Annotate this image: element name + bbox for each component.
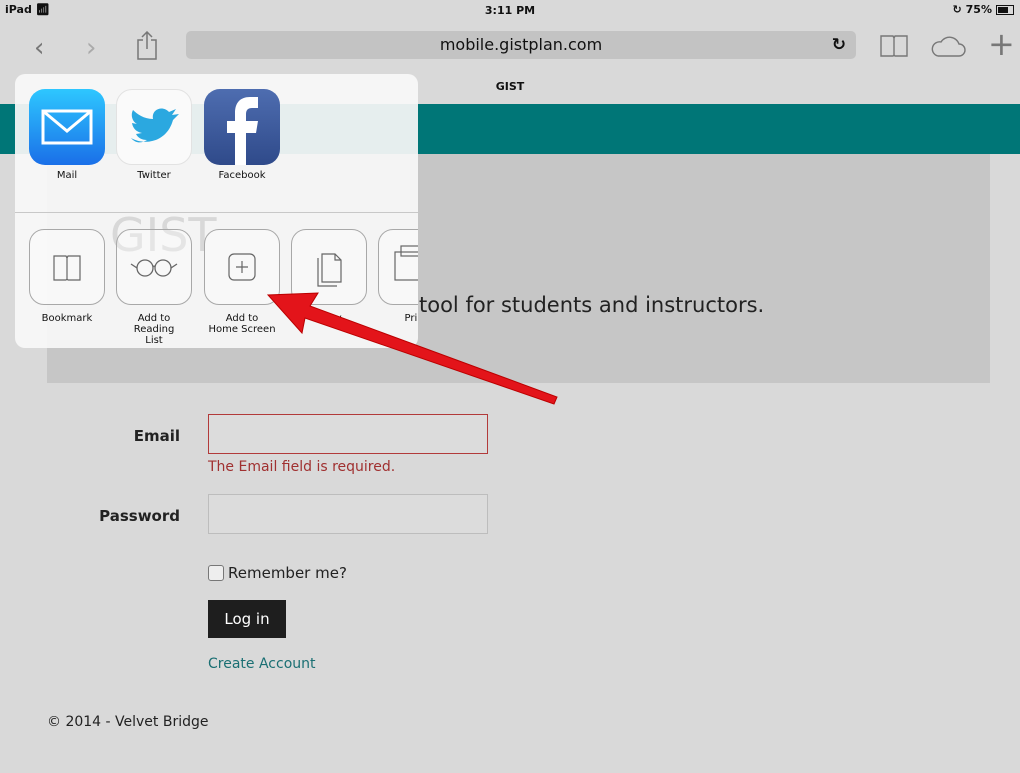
- arrow-shape: [266, 292, 558, 405]
- annotation-arrow: [266, 292, 558, 405]
